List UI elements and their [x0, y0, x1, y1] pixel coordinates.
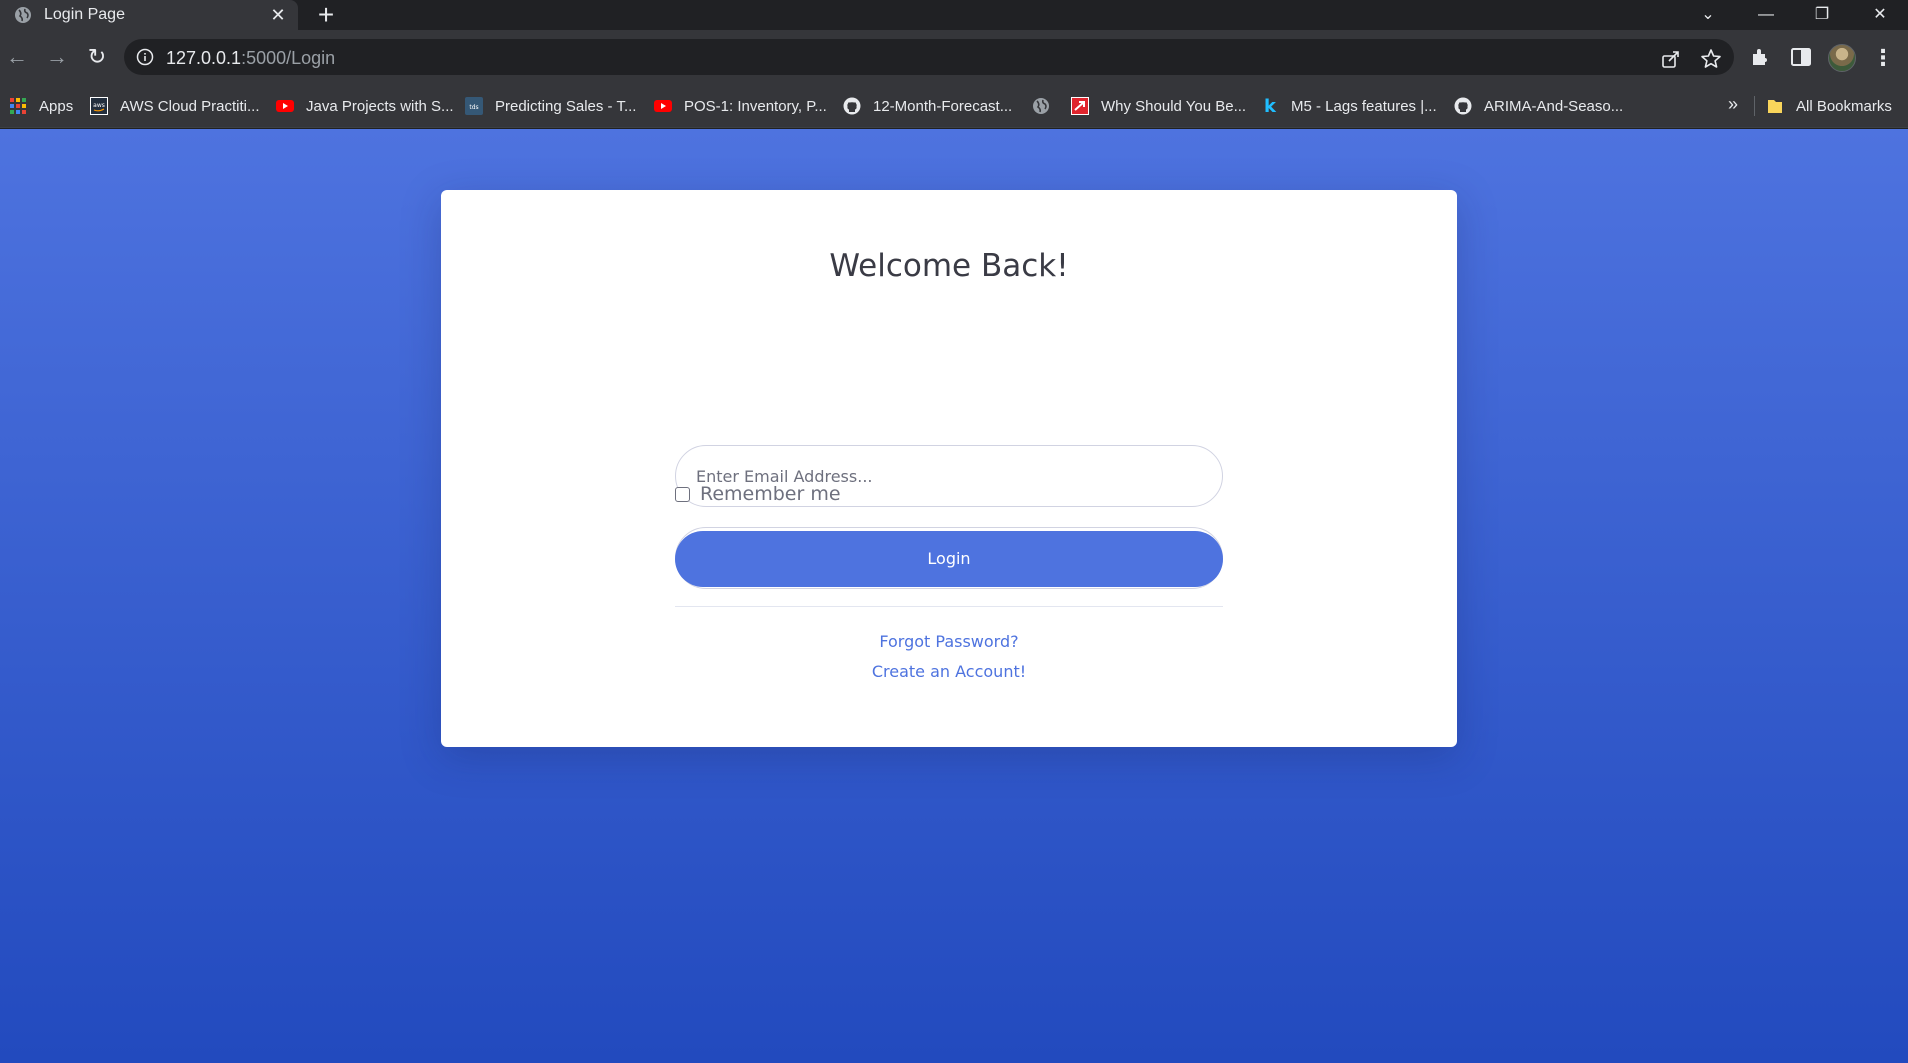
share-icon[interactable] [1660, 48, 1682, 70]
bookmark-12-month-forecast[interactable]: 12-Month-Forecast... [843, 84, 1012, 128]
folder-icon [1768, 100, 1782, 113]
apps-grid-icon [10, 98, 26, 114]
menu-icon[interactable]: ⋮ [1872, 44, 1894, 72]
browser-toolbar: ← → ↻ 127.0.0.1:5000/Login ⋮ [0, 30, 1908, 84]
svg-text:k: k [1264, 97, 1277, 115]
url-host: 127.0.0.1 [166, 48, 242, 68]
bookmark-aws[interactable]: aws AWS Cloud Practiti... [90, 84, 259, 128]
forward-button[interactable]: → [43, 43, 71, 71]
bookmark-arima[interactable]: ARIMA-And-Seaso... [1454, 84, 1623, 128]
bookmarks-separator [1754, 96, 1755, 116]
aws-icon: aws [90, 97, 108, 115]
bookmark-label: Predicting Sales - T... [495, 97, 637, 115]
url-path: :5000/Login [241, 48, 336, 68]
globe-icon [15, 7, 31, 23]
forgot-password-link[interactable]: Forgot Password? [441, 632, 1457, 651]
new-tab-button[interactable]: + [313, 1, 339, 29]
bookmark-label: M5 - Lags features |... [1291, 97, 1437, 115]
bookmark-label: ARIMA-And-Seaso... [1484, 97, 1624, 115]
bookmark-all-bookmarks[interactable]: All Bookmarks [1766, 84, 1892, 128]
tab-strip: Login Page ✕ + ⌄ — ❐ ✕ [0, 0, 1908, 30]
github-icon [843, 97, 861, 115]
bookmarks-overflow-button[interactable]: » [1728, 94, 1738, 115]
tds-icon: tds [465, 97, 483, 115]
tab-search-icon[interactable]: ⌄ [1686, 0, 1730, 30]
bookmark-java-projects[interactable]: Java Projects with S... [276, 84, 454, 128]
info-icon[interactable] [136, 48, 154, 66]
bookmark-pos-1[interactable]: POS-1: Inventory, P... [654, 84, 827, 128]
star-icon[interactable] [1700, 48, 1722, 70]
back-button[interactable]: ← [3, 43, 31, 71]
bookmark-label: 12-Month-Forecast... [873, 97, 1013, 115]
login-card: Welcome Back! Remember me Login Forgot P… [441, 190, 1457, 747]
svg-text:aws: aws [93, 102, 105, 109]
svg-text:tds: tds [469, 104, 478, 111]
tab-login-page[interactable]: Login Page ✕ [0, 0, 298, 30]
kaggle-icon: k [1264, 97, 1277, 115]
page-background: Welcome Back! Remember me Login Forgot P… [0, 129, 1908, 1063]
bookmark-label: AWS Cloud Practiti... [120, 97, 260, 115]
bookmark-m5-lags[interactable]: k M5 - Lags features |... [1261, 84, 1437, 128]
address-bar[interactable]: 127.0.0.1:5000/Login [124, 39, 1734, 75]
side-panel-icon[interactable] [1789, 45, 1813, 69]
youtube-icon [654, 100, 672, 112]
bookmark-label: Java Projects with S... [306, 97, 454, 115]
bookmark-predicting-sales[interactable]: tds Predicting Sales - T... [465, 84, 636, 128]
url-text: 127.0.0.1:5000/Login [166, 48, 335, 69]
extensions-icon[interactable] [1749, 45, 1773, 69]
profile-avatar[interactable] [1828, 44, 1856, 72]
globe-icon [1033, 98, 1049, 114]
restore-button[interactable]: ❐ [1800, 0, 1844, 30]
bookmarks-bar: Apps aws AWS Cloud Practiti... Java Proj… [0, 84, 1908, 128]
bookmark-label: Apps [39, 97, 74, 115]
remember-me-label[interactable]: Remember me [700, 483, 841, 505]
bookmark-apps[interactable]: Apps [9, 84, 73, 128]
tab-title: Login Page [44, 6, 125, 23]
bookmark-globe[interactable] [1032, 84, 1062, 128]
remember-me-row[interactable]: Remember me [675, 483, 841, 505]
close-window-button[interactable]: ✕ [1858, 0, 1902, 30]
minimize-button[interactable]: — [1744, 0, 1788, 30]
page-title: Welcome Back! [829, 248, 1069, 284]
divider [675, 606, 1223, 607]
login-button[interactable]: Login [675, 531, 1223, 587]
bookmark-label: All Bookmarks [1796, 97, 1892, 115]
tab-close-icon[interactable]: ✕ [268, 5, 288, 25]
github-icon [1454, 97, 1472, 115]
bookmark-why-should-you[interactable]: Why Should You Be... [1071, 84, 1246, 128]
youtube-icon [276, 100, 294, 112]
create-account-link[interactable]: Create an Account! [441, 662, 1457, 681]
red-arrow-icon [1071, 97, 1089, 115]
bookmark-label: Why Should You Be... [1101, 97, 1247, 115]
remember-me-checkbox[interactable] [675, 486, 690, 502]
bookmark-label: POS-1: Inventory, P... [684, 97, 827, 115]
reload-button[interactable]: ↻ [83, 43, 111, 71]
